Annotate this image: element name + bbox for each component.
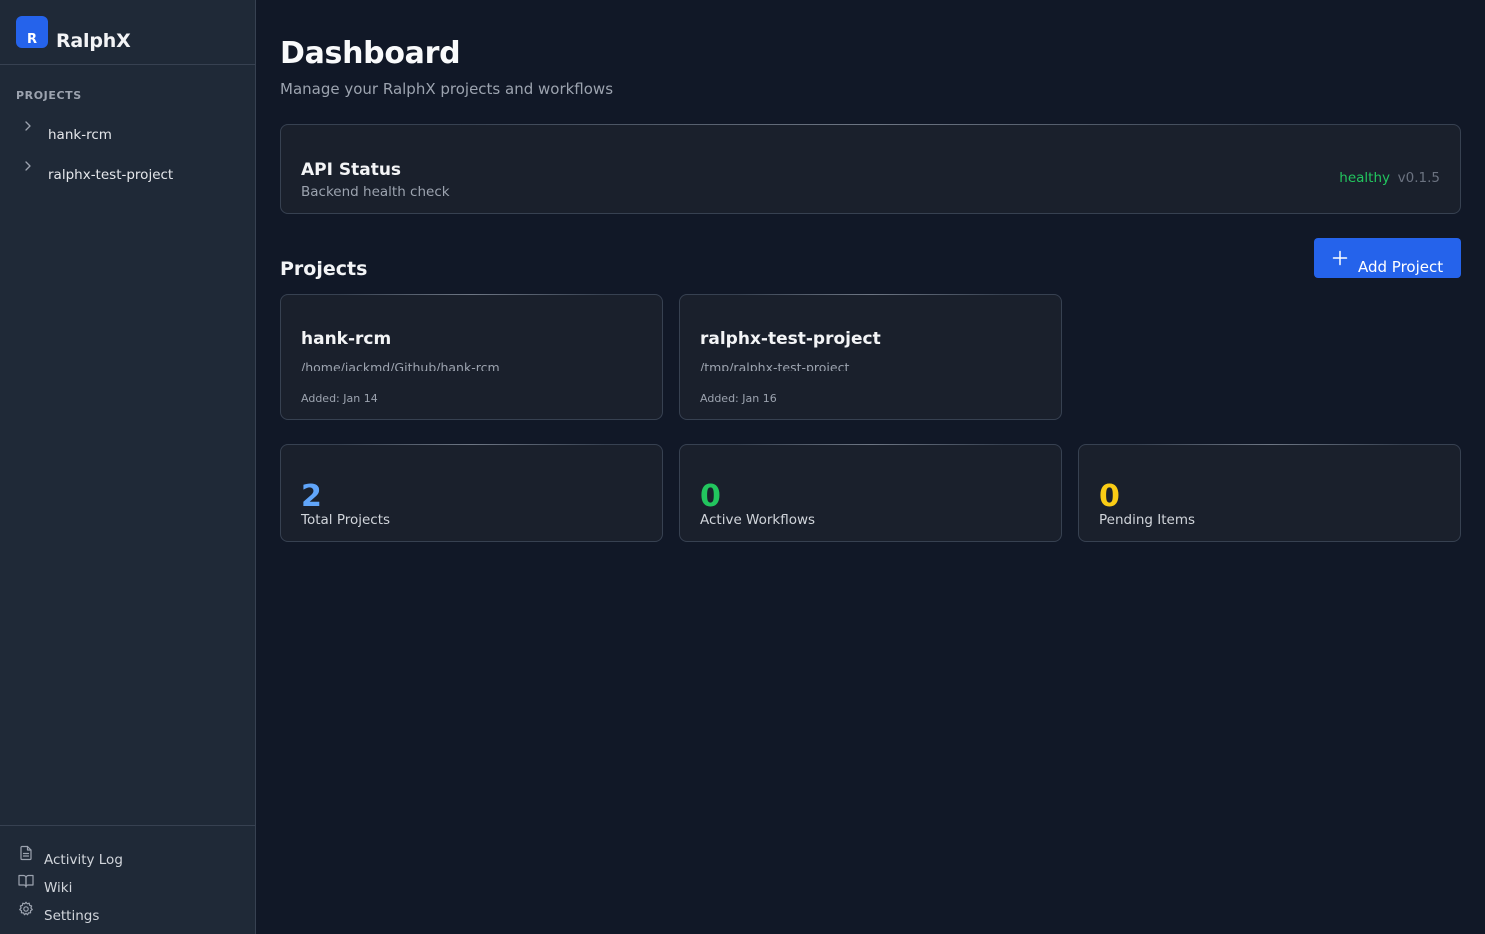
chevron-right-icon [25, 161, 31, 171]
sidebar-item-label: ralphx-test-project [48, 167, 174, 183]
api-status-card: API Status Backend health check healthy … [280, 124, 1461, 214]
plus-icon [1332, 250, 1348, 266]
main-content: Dashboard Manage your RalphX projects an… [256, 0, 1485, 934]
project-added-date: Added: Jan 14 [301, 392, 378, 405]
api-version: v0.1.5 [1397, 170, 1440, 186]
stat-value: 2 [301, 479, 322, 514]
sidebar: R RalphX PROJECTS hank-rcm ralphx-test-p… [0, 0, 256, 934]
stat-value: 0 [700, 479, 721, 514]
nav-settings[interactable]: Settings [16, 901, 246, 925]
projects-section-title: Projects [280, 258, 368, 280]
stat-label: Total Projects [301, 512, 391, 528]
sidebar-item-ralphx-test-project[interactable]: ralphx-test-project [8, 158, 248, 190]
chevron-right-icon [25, 121, 31, 131]
brand: R RalphX [0, 0, 255, 65]
api-status-title: API Status [301, 160, 402, 180]
project-name: hank-rcm [301, 329, 392, 349]
nav-label: Wiki [44, 880, 73, 896]
sidebar-section-label: PROJECTS [16, 89, 82, 102]
project-card-hank-rcm[interactable]: hank-rcm /home/jackmd/Github/hank-rcm Ad… [280, 294, 663, 420]
book-open-icon [18, 874, 34, 888]
project-path: /tmp/ralphx-test-project [700, 360, 850, 371]
api-status-subtitle: Backend health check [301, 184, 450, 200]
add-project-label: Add Project [1358, 258, 1444, 276]
sidebar-item-hank-rcm[interactable]: hank-rcm [8, 118, 248, 150]
file-text-icon [20, 845, 32, 861]
page-title: Dashboard [280, 36, 461, 71]
sidebar-item-label: hank-rcm [48, 127, 112, 143]
app-logo[interactable]: R [16, 16, 48, 48]
stat-label: Pending Items [1099, 512, 1196, 528]
add-project-button[interactable]: Add Project [1314, 238, 1461, 278]
sidebar-footer-nav: Activity Log Wiki Settings [0, 825, 255, 934]
project-name: ralphx-test-project [700, 329, 881, 349]
stat-label: Active Workflows [700, 512, 816, 528]
stat-value: 0 [1099, 479, 1120, 514]
stat-card-total-projects: 2 Total Projects [280, 444, 663, 542]
project-card-ralphx-test-project[interactable]: ralphx-test-project /tmp/ralphx-test-pro… [679, 294, 1062, 420]
nav-label: Settings [44, 908, 100, 924]
nav-label: Activity Log [44, 852, 123, 868]
gear-icon [19, 901, 33, 916]
api-health-badge: healthy [1339, 170, 1390, 186]
project-path: /home/jackmd/Github/hank-rcm [301, 360, 500, 371]
app-name[interactable]: RalphX [56, 30, 131, 52]
page-subtitle: Manage your RalphX projects and workflow… [280, 80, 614, 98]
stat-card-pending-items: 0 Pending Items [1078, 444, 1461, 542]
project-added-date: Added: Jan 16 [700, 392, 777, 405]
nav-activity-log[interactable]: Activity Log [16, 845, 246, 869]
stat-card-active-workflows: 0 Active Workflows [679, 444, 1062, 542]
nav-wiki[interactable]: Wiki [16, 873, 246, 897]
